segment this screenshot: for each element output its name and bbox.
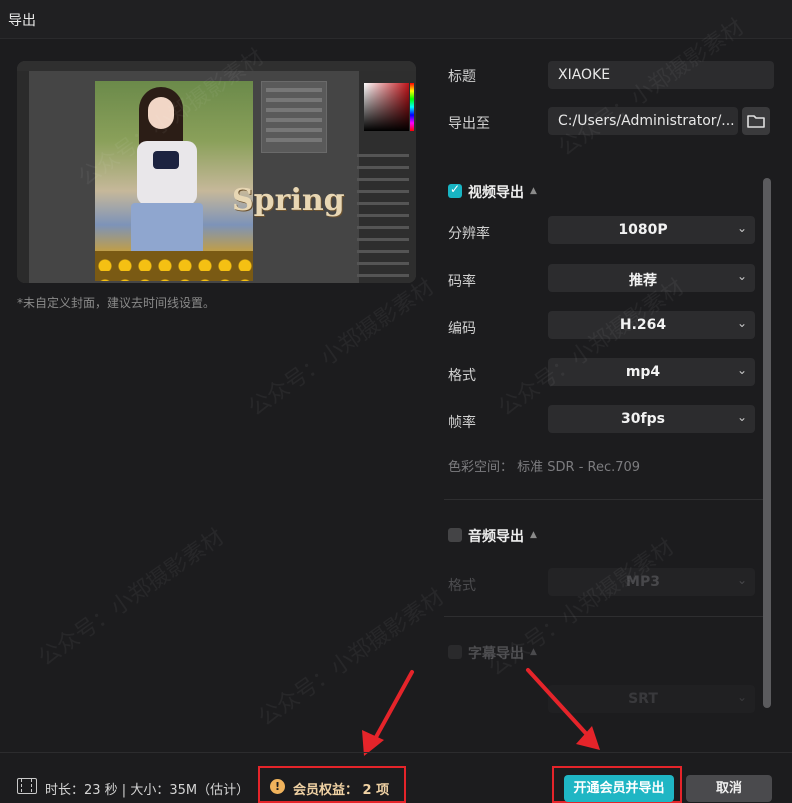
film-icon <box>17 778 37 794</box>
export-to-label: 导出至 <box>448 116 490 132</box>
format-select[interactable]: mp4 ⌄ <box>548 358 755 386</box>
format-label: 格式 <box>448 368 476 384</box>
resolution-select[interactable]: 1080P ⌄ <box>548 216 755 244</box>
footer-divider <box>0 752 792 753</box>
folder-icon <box>747 115 765 128</box>
audio-format-value: MP3 <box>626 574 660 590</box>
title-input-value: XIAOKE <box>558 67 611 83</box>
subtitle-export-checkbox[interactable] <box>448 645 462 659</box>
ps-toolbar <box>17 71 29 283</box>
settings-scrollbar[interactable] <box>763 178 771 708</box>
ps-color-picker <box>364 83 409 131</box>
chevron-down-icon: ⌄ <box>736 410 747 424</box>
codec-label: 编码 <box>448 321 476 337</box>
video-export-title: 视频导出 <box>468 185 524 201</box>
section-divider <box>444 616 764 617</box>
photo-face <box>148 97 174 129</box>
bitrate-value: 推荐 <box>629 273 657 289</box>
framerate-label: 帧率 <box>448 415 476 431</box>
chevron-down-icon: ⌄ <box>736 316 747 330</box>
title-input[interactable]: XIAOKE <box>548 61 774 89</box>
chevron-down-icon: ⌄ <box>736 573 747 587</box>
video-export-checkbox[interactable] <box>448 182 462 198</box>
ps-hue-bar <box>410 83 414 131</box>
title-bar: 导出 <box>0 0 792 39</box>
chevron-down-icon: ⌄ <box>736 221 747 235</box>
collapse-subtitle-icon[interactable]: ▲ <box>530 647 537 657</box>
chevron-down-icon: ⌄ <box>736 690 747 704</box>
annotation-arrow-right <box>526 668 600 750</box>
watermark: 公众号：小郑摄影素材 <box>34 524 229 672</box>
framerate-value: 30fps <box>621 411 665 427</box>
cover-note: *未自定义封面，建议去时间线设置。 <box>17 296 216 310</box>
ps-layers-list <box>353 145 413 283</box>
warning-icon: ! <box>270 779 285 794</box>
bitrate-label: 码率 <box>448 274 476 290</box>
codec-select[interactable]: H.264 ⌄ <box>548 311 755 339</box>
audio-export-title: 音频导出 <box>468 529 524 545</box>
codec-value: H.264 <box>619 317 667 333</box>
cover-preview: Spring <box>17 61 416 283</box>
photo-bow <box>153 151 179 169</box>
export-path-input[interactable]: C:/Users/Administrator/... <box>548 107 738 135</box>
chevron-down-icon: ⌄ <box>736 269 747 283</box>
annotation-arrow-left <box>362 670 414 756</box>
bitrate-select[interactable]: 推荐 ⌄ <box>548 264 755 292</box>
cancel-button[interactable]: 取消 <box>686 775 772 802</box>
audio-format-label: 格式 <box>448 578 476 594</box>
window-title: 导出 <box>8 13 36 29</box>
collapse-video-icon[interactable]: ▲ <box>530 186 537 196</box>
collapse-audio-icon[interactable]: ▲ <box>530 530 537 540</box>
preview-overlay-text: Spring <box>232 183 345 218</box>
duration-size-text: 时长：23 秒 | 大小：35M（估计） <box>45 783 250 798</box>
subscribe-and-export-button[interactable]: 开通会员并导出 <box>564 775 674 802</box>
export-path-value: C:/Users/Administrator/... <box>558 113 734 129</box>
ps-floating-panel <box>261 81 327 153</box>
format-value: mp4 <box>625 364 661 380</box>
photo-flowers <box>95 251 253 281</box>
watermark: 公众号：小郑摄影素材 <box>244 274 439 422</box>
preview-photo <box>95 81 253 281</box>
chevron-down-icon: ⌄ <box>736 363 747 377</box>
framerate-select[interactable]: 30fps ⌄ <box>548 405 755 433</box>
resolution-label: 分辨率 <box>448 226 490 242</box>
audio-format-select[interactable]: MP3 ⌄ <box>548 568 755 596</box>
watermark: 公众号：小郑摄影素材 <box>494 274 689 422</box>
section-divider <box>444 499 764 500</box>
audio-export-checkbox[interactable] <box>448 528 462 542</box>
resolution-value: 1080P <box>618 222 668 238</box>
title-label: 标题 <box>448 69 476 85</box>
color-space-text: 色彩空间： 标准 SDR - Rec.709 <box>448 460 641 475</box>
member-benefit-link[interactable]: 会员权益： 2 项 <box>293 779 389 798</box>
browse-folder-button[interactable] <box>742 107 770 135</box>
